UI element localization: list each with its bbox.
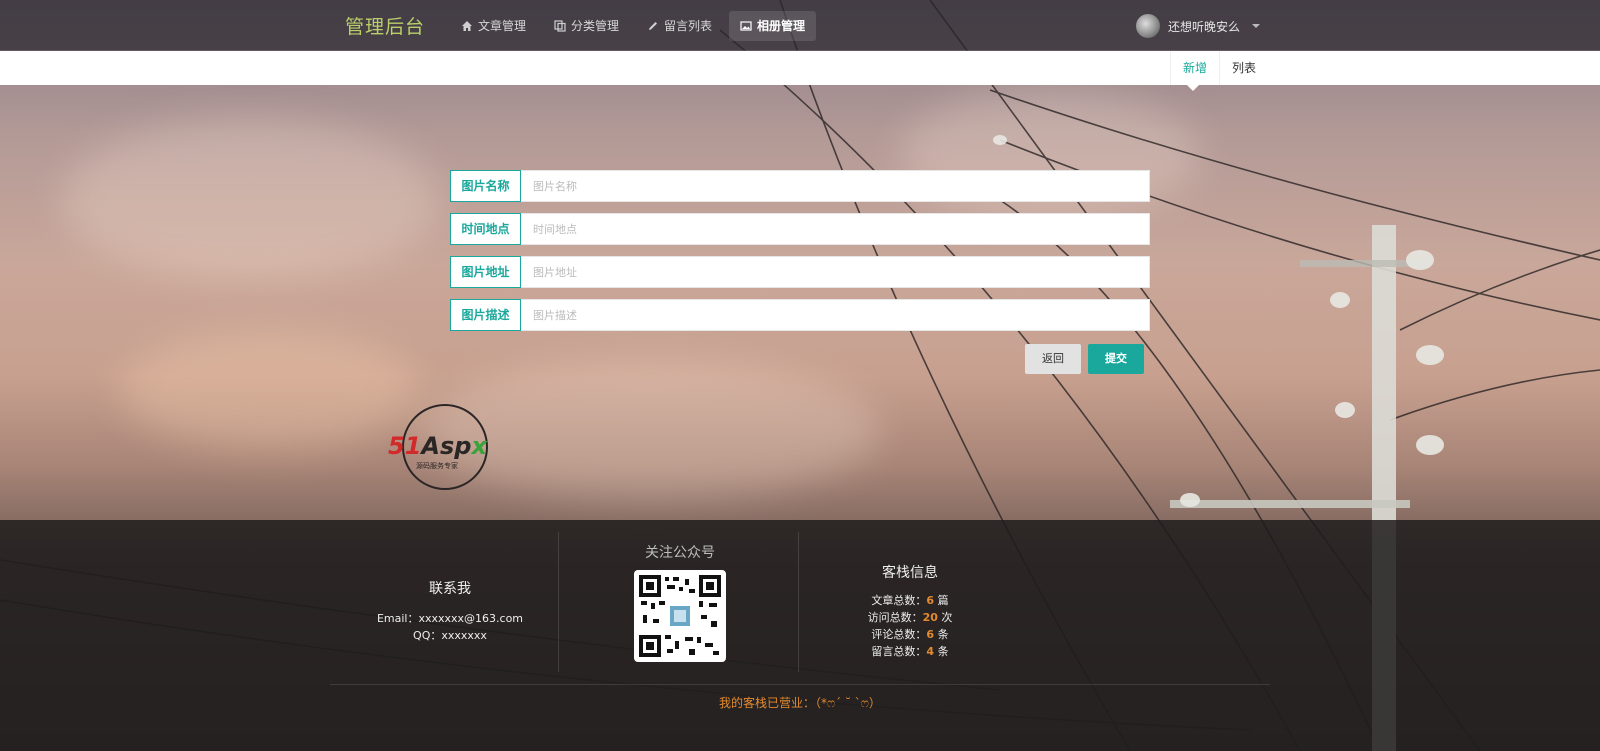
logo-tagline: 源码服务专家 [416, 461, 458, 470]
image-name-input[interactable] [521, 170, 1150, 202]
nav-item-album[interactable]: 相册管理 [729, 11, 817, 41]
footer-divider [558, 532, 559, 672]
stat-row-comments: 评论总数：6 条 [871, 628, 949, 641]
tab-bar: 新增 列表 [0, 51, 1600, 85]
stat-row-messages: 留言总数：4 条 [871, 645, 949, 658]
tab-new[interactable]: 新增 [1170, 51, 1221, 85]
field-label: 图片描述 [450, 299, 521, 331]
tab-list[interactable]: 列表 [1220, 51, 1268, 85]
nav-item-label: 文章管理 [478, 19, 527, 33]
nav-item-label: 分类管理 [571, 19, 620, 33]
stats-title: 客栈信息 [882, 565, 938, 581]
field-label: 图片名称 [450, 170, 521, 202]
user-menu[interactable]: 还想听晚安么 [1136, 14, 1261, 38]
nav-item-label: 相册管理 [757, 19, 806, 33]
footer-contact: 联系我 Email：xxxxxxx@163.com QQ：xxxxxxx [340, 578, 560, 644]
field-label: 时间地点 [450, 213, 521, 245]
chevron-down-icon [1252, 24, 1261, 28]
brand-logo: 51Aspx 源码服务专家 [388, 402, 516, 492]
footer-separator [330, 684, 1270, 685]
contact-title: 联系我 [429, 581, 471, 597]
brand-title[interactable]: 管理后台 [345, 12, 425, 39]
form-row-name: 图片名称 [450, 170, 1150, 202]
top-navbar: 管理后台 文章管理 分类管理 留言列表 相册管理 还想听晚安么 [0, 0, 1600, 51]
field-label: 图片地址 [450, 256, 521, 288]
footer-wechat: 关注公众号 [580, 542, 780, 662]
wechat-qr-code [634, 570, 726, 662]
username: 还想听晚安么 [1168, 19, 1241, 34]
contact-email: Email：xxxxxxx@163.com [376, 612, 524, 625]
home-icon [462, 21, 472, 31]
time-place-input[interactable] [521, 213, 1150, 245]
form-row-url: 图片地址 [450, 256, 1150, 288]
copy-icon [554, 20, 566, 32]
back-button[interactable]: 返回 [1025, 344, 1081, 374]
stat-row-articles: 文章总数：6 篇 [871, 594, 949, 607]
album-form: 图片名称 时间地点 图片地址 图片描述 [450, 170, 1150, 342]
nav-item-messages[interactable]: 留言列表 [636, 11, 723, 41]
nav-item-categories[interactable]: 分类管理 [543, 11, 630, 41]
footer: 联系我 Email：xxxxxxx@163.com QQ：xxxxxxx 关注公… [0, 520, 1600, 751]
contact-qq: QQ：xxxxxxx [413, 629, 487, 642]
wechat-title: 关注公众号 [645, 545, 715, 561]
active-tab-pointer [1187, 85, 1199, 91]
footer-uptime: 我的客栈已营业：（*ෆ´ ˘ `ෆ） [719, 696, 881, 710]
form-actions: 返回 提交 [1025, 344, 1144, 374]
footer-divider [798, 532, 799, 672]
submit-button[interactable]: 提交 [1088, 344, 1144, 374]
nav-item-label: 留言列表 [664, 19, 713, 33]
avatar [1136, 14, 1160, 38]
image-url-input[interactable] [521, 256, 1150, 288]
pencil-icon [649, 22, 657, 30]
footer-stats: 客栈信息 文章总数：6 篇 访问总数：20 次 评论总数：6 条 留言总数：4 … [820, 562, 1000, 660]
nav-item-articles[interactable]: 文章管理 [450, 11, 537, 41]
form-row-time-place: 时间地点 [450, 213, 1150, 245]
form-row-description: 图片描述 [450, 299, 1150, 331]
stat-row-visits: 访问总数：20 次 [867, 611, 953, 624]
image-description-input[interactable] [521, 299, 1150, 331]
svg-text:51Aspx: 51Aspx [388, 432, 488, 460]
image-icon [740, 21, 752, 31]
